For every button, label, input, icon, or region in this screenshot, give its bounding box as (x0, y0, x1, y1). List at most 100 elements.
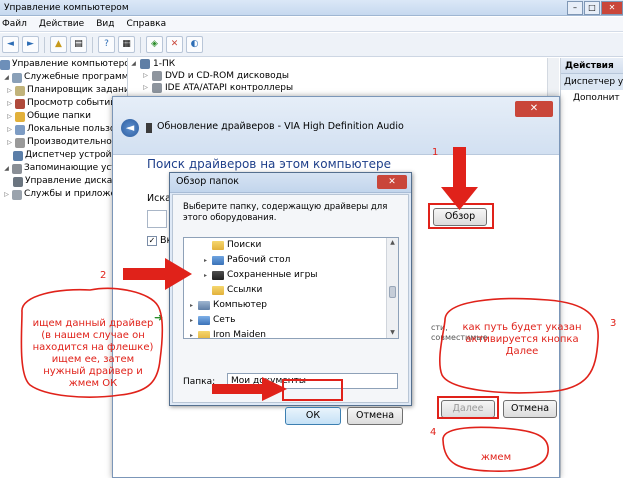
highlight-browse-button (428, 203, 494, 229)
scan-icon[interactable]: ◈ (146, 36, 163, 53)
collapse-icon[interactable]: ◢ (3, 162, 10, 175)
close-button[interactable]: ✕ (377, 175, 407, 189)
scroll-thumb[interactable] (389, 286, 396, 298)
device-label: 1-ПК (153, 59, 176, 69)
tree-item-label: Просмотр событий (27, 98, 117, 108)
folder-item-links[interactable]: Ссылки (184, 283, 398, 298)
tree-item[interactable]: ▷ Просмотр событий (0, 97, 127, 110)
toolbar: ◄ ► ▲ ▤ ? ▦ ◈ ✕ ◐ (0, 33, 623, 57)
dialog-body: Выберите папку, содержащую драйверы для … (172, 194, 409, 425)
dvd-drive-icon (152, 71, 162, 81)
shared-folder-icon (15, 111, 25, 122)
checkbox-checked-icon[interactable]: ✓ (147, 235, 157, 246)
up-folder-icon[interactable]: ▲ (50, 36, 67, 53)
expand-icon[interactable]: ▸ (188, 313, 195, 328)
minimize-button[interactable]: – (567, 1, 583, 15)
collapse-icon[interactable]: ◢ (3, 71, 10, 84)
menu-action[interactable]: Действие (39, 17, 84, 31)
disk-management-icon (13, 176, 23, 187)
dialog-title: Обзор папок (176, 176, 240, 187)
tools-icon (12, 72, 22, 83)
ok-button[interactable]: ОК (285, 407, 341, 425)
folder-item-computer[interactable]: ▸ Компьютер (184, 298, 398, 313)
folder-label: Сеть (213, 315, 236, 325)
tree-item[interactable]: ▷ Локальные пользова (0, 123, 127, 136)
tree-item[interactable]: Управление компьютером (л (0, 58, 127, 71)
folder-tree[interactable]: Поиски ▸ Рабочий стол ▸ Сохраненные игры С… (183, 237, 399, 339)
tree-item[interactable]: ◢ Служебные программы (0, 71, 127, 84)
console-tree: Управление компьютером (л ◢ Служебные про… (0, 58, 128, 478)
actions-pane: Действия Диспетчер устр Дополнит (560, 58, 623, 478)
help-icon[interactable]: ? (98, 36, 115, 53)
folder-icon (198, 331, 210, 338)
back-arrow-icon[interactable]: ◄ (2, 36, 19, 53)
window-title: Управление компьютером (4, 3, 129, 13)
device-category[interactable]: ▷ DVD и CD-ROM дисководы (130, 70, 556, 82)
expand-icon[interactable]: ▷ (6, 136, 13, 149)
tree-item-label: Общие папки (27, 111, 91, 121)
tree-icon[interactable]: ▤ (70, 36, 87, 53)
collapse-icon[interactable]: ◢ (130, 58, 137, 70)
menu-file[interactable]: Файл (2, 17, 27, 31)
expand-icon[interactable]: ▷ (6, 97, 13, 110)
tree-item[interactable]: ▷ Общие папки (0, 110, 127, 123)
scroll-down-icon[interactable]: ▼ (387, 328, 398, 338)
expand-icon[interactable]: ▷ (6, 84, 13, 97)
expand-icon[interactable]: ▷ (6, 123, 13, 136)
actions-section[interactable]: Диспетчер устр (561, 74, 623, 90)
expand-icon[interactable]: ▷ (142, 82, 149, 94)
cancel-button[interactable]: Отмена (503, 400, 557, 418)
expand-icon[interactable]: ▸ (202, 253, 209, 268)
search-path-input[interactable] (147, 210, 167, 228)
tree-item-device-manager[interactable]: Диспетчер устройств (0, 149, 127, 162)
tree-item[interactable]: Управление дисками (0, 175, 127, 188)
menu-view[interactable]: Вид (96, 17, 114, 31)
tree-item[interactable]: ▷ Службы и приложения (0, 188, 127, 201)
expand-icon[interactable]: ▸ (202, 268, 209, 283)
forward-arrow-icon[interactable]: ► (22, 36, 39, 53)
folder-label: Компьютер (213, 300, 267, 310)
close-button[interactable]: ✕ (601, 1, 623, 15)
folder-item-saved-games[interactable]: ▸ Сохраненные игры (184, 268, 398, 283)
tree-item[interactable]: ▷ Производительность (0, 136, 127, 149)
dialog-title-bar: Обзор папок ✕ (170, 173, 411, 193)
folder-item-desktop[interactable]: ▸ Рабочий стол (184, 253, 398, 268)
performance-icon (15, 137, 25, 148)
device-root[interactable]: ◢ 1-ПК (130, 58, 556, 70)
expand-icon[interactable]: ▷ (6, 110, 13, 123)
cancel-button[interactable]: Отмена (347, 407, 403, 425)
tree-item[interactable]: ▷ Планировщик заданий (0, 84, 127, 97)
folder-tree-scrollbar[interactable]: ▲ ▼ (386, 238, 398, 338)
expand-icon[interactable]: ▷ (3, 188, 10, 201)
window-controls: – □ ✕ (566, 0, 623, 16)
expand-icon[interactable]: ▷ (142, 70, 149, 82)
actions-more[interactable]: Дополнит (561, 90, 623, 106)
folder-item-network[interactable]: ▸ Сеть (184, 313, 398, 328)
wizard-title: Обновление драйверов - VIA High Definiti… (157, 121, 404, 132)
back-arrow-icon[interactable]: ◄ (121, 119, 139, 137)
device-category[interactable]: ▷ IDE ATA/ATAPI контроллеры (130, 82, 556, 94)
maximize-button[interactable]: □ (584, 1, 600, 15)
toolbar-separator (140, 36, 141, 53)
event-viewer-icon (15, 98, 25, 109)
properties-icon[interactable]: ▦ (118, 36, 135, 53)
remove-icon[interactable]: ✕ (166, 36, 183, 53)
window-title-bar: Управление компьютером – □ ✕ (0, 0, 623, 16)
folder-item-iron-maiden[interactable]: ▸ Iron Maiden (184, 328, 398, 338)
wizard-heading: Поиск драйверов на этом компьютере (147, 157, 392, 171)
device-manager-icon (13, 150, 23, 161)
scroll-up-icon[interactable]: ▲ (387, 238, 398, 248)
menu-help[interactable]: Справка (126, 17, 166, 31)
close-button[interactable]: ✕ (515, 101, 553, 117)
services-icon (12, 189, 22, 200)
computer-icon (0, 59, 10, 70)
expand-icon[interactable]: ▸ (188, 298, 195, 313)
disable-icon[interactable]: ◐ (186, 36, 203, 53)
folder-field-label: Папка: (183, 377, 216, 387)
folder-item-searches[interactable]: Поиски (184, 238, 398, 253)
wizard-header: ◄ Обновление драйверов - VIA High Defini… (113, 97, 559, 155)
expand-icon[interactable]: ▸ (188, 328, 195, 338)
device-label: DVD и CD-ROM дисководы (165, 71, 289, 81)
device-label: IDE ATA/ATAPI контроллеры (165, 83, 294, 93)
tree-item[interactable]: ◢Запоминающие устройства (0, 162, 127, 175)
